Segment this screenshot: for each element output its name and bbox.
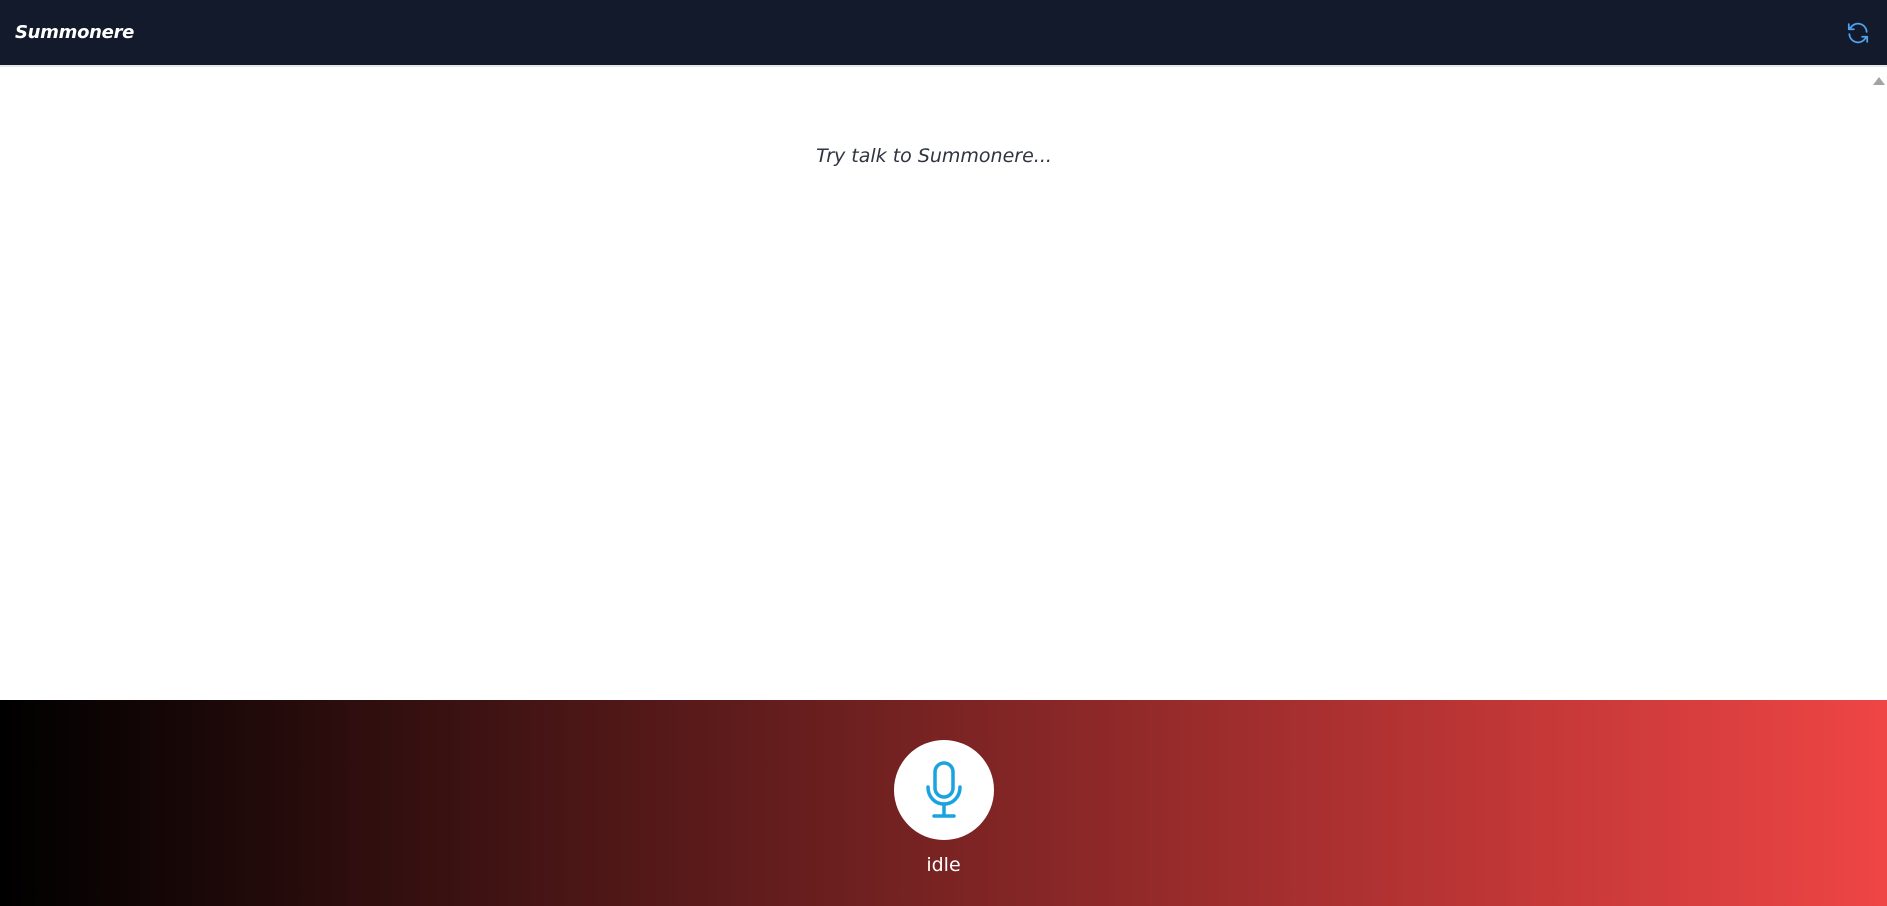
scrollbar[interactable] — [1870, 69, 1887, 700]
refresh-button[interactable] — [1843, 18, 1873, 48]
microphone-icon — [926, 761, 962, 818]
conversation-placeholder: Try talk to Summonere... — [816, 145, 1052, 167]
app-header: Summonere — [0, 0, 1887, 67]
app-title: Summonere — [15, 22, 135, 43]
scroll-up-arrow-icon[interactable] — [1873, 77, 1885, 85]
microphone-button[interactable] — [894, 740, 994, 840]
voice-control-bar: idle — [0, 700, 1887, 906]
voice-status: idle — [926, 854, 961, 876]
conversation-area: Try talk to Summonere... — [0, 69, 1887, 700]
refresh-icon — [1847, 22, 1869, 43]
